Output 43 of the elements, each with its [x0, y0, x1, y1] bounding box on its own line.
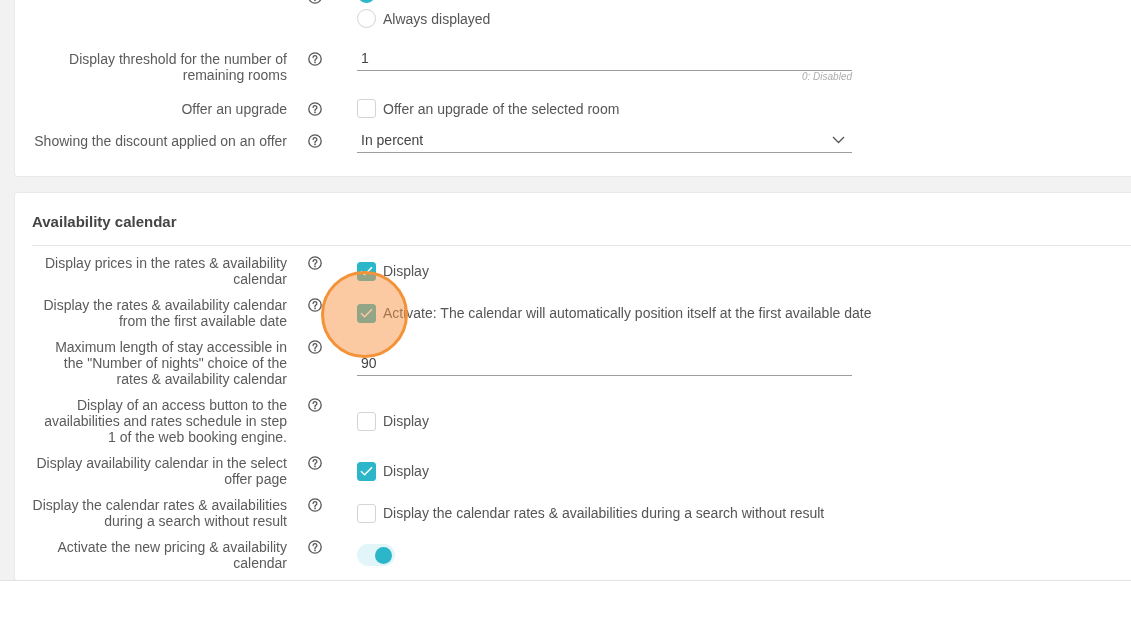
help-icon[interactable]	[308, 340, 322, 354]
toggle-switch[interactable]	[357, 544, 395, 566]
help-icon[interactable]	[308, 52, 322, 66]
checkmark-icon	[360, 266, 373, 276]
help-icon[interactable]	[308, 256, 322, 270]
section-title: Availability calendar	[32, 212, 177, 232]
checkbox[interactable]	[357, 99, 376, 118]
setting-label: Display the calendar rates & availabilities during a search without result	[32, 497, 287, 529]
checkbox-label: Offer an upgrade of the selected room	[383, 100, 620, 117]
checkmark-icon	[360, 466, 373, 476]
number-input[interactable]: 1	[357, 45, 852, 71]
setting-label: Display the rates & availability calendar from the first available date	[43, 297, 287, 329]
radio-label: Always displayed	[383, 10, 491, 27]
checkbox[interactable]	[357, 261, 376, 281]
help-icon[interactable]	[308, 456, 322, 470]
setting-label: Display availability calendar in the select offer page	[36, 455, 287, 487]
setting-label: Activate the new pricing & availability calendar	[57, 539, 287, 571]
setting-label: Display threshold for the number of remaining rooms	[69, 51, 287, 83]
checkbox[interactable]	[357, 303, 376, 323]
help-icon[interactable]	[308, 298, 322, 312]
setting-label: Display of an access button to the availabilities and rates schedule in step 1 of the web booking engine.	[44, 397, 287, 445]
field-hint: 0: Disabled	[801, 71, 852, 83]
help-icon[interactable]	[308, 398, 322, 412]
checkbox-label: Display	[383, 463, 429, 479]
checkbox[interactable]	[357, 503, 376, 523]
setting-label: Showing the discount applied on an offer	[34, 132, 287, 149]
checkmark-icon	[360, 308, 373, 318]
setting-label: Offer an upgrade	[181, 100, 287, 117]
radio-button[interactable]	[357, 9, 376, 28]
help-icon[interactable]	[308, 540, 322, 554]
checkbox-label: Display the calendar rates & availabilities during a search without result	[383, 505, 825, 521]
help-icon[interactable]	[308, 498, 322, 512]
setting-label: Display prices in the rates & availability calendar	[45, 255, 287, 287]
number-input[interactable]: 90	[357, 350, 852, 376]
checkbox[interactable]	[357, 411, 376, 431]
dropdown-select[interactable]: In percent	[357, 128, 852, 153]
checkbox-label: Display	[383, 413, 429, 429]
checkbox[interactable]	[357, 461, 376, 481]
checkbox-label: Display	[383, 263, 429, 279]
help-icon[interactable]	[308, 133, 322, 148]
help-icon[interactable]	[308, 101, 322, 116]
setting-label: Maximum length of stay accessible in the "Number of nights" choice of the rates & availability calendar	[55, 339, 287, 387]
chevron-down-icon	[832, 136, 845, 144]
